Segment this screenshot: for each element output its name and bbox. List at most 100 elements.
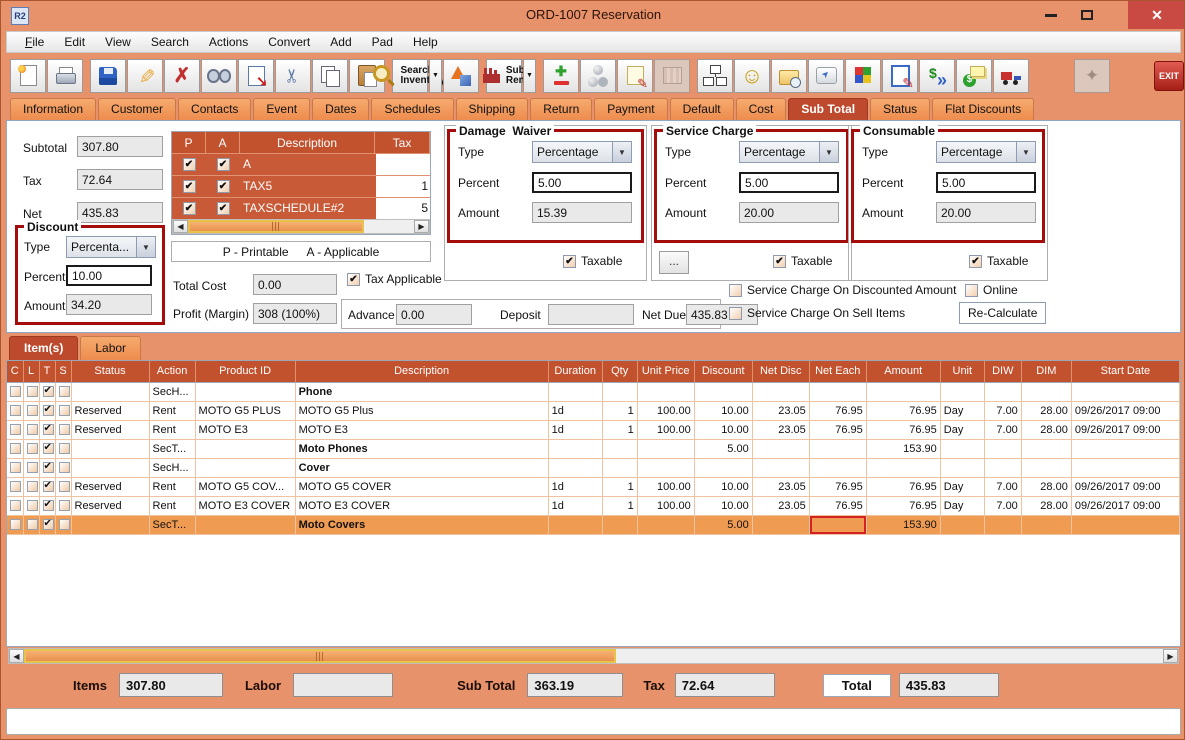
- row-checkbox-t[interactable]: [43, 519, 54, 530]
- add-remove-button[interactable]: [543, 59, 579, 93]
- tax-row[interactable]: ✔✔A: [172, 153, 430, 175]
- tax-value-cell[interactable]: 1: [375, 176, 430, 197]
- tax-description-cell[interactable]: TAX5: [240, 176, 375, 197]
- copy-button[interactable]: [312, 59, 348, 93]
- cell-amount[interactable]: [866, 458, 940, 477]
- cell-dim[interactable]: [1021, 458, 1071, 477]
- col-header-t[interactable]: T: [39, 361, 55, 382]
- print-button[interactable]: [47, 59, 83, 93]
- export-button[interactable]: [238, 59, 274, 93]
- col-header-unit[interactable]: Unit: [940, 361, 984, 382]
- write-pad-button[interactable]: [882, 59, 918, 93]
- checkbox-icon[interactable]: ✔: [773, 255, 786, 268]
- row-checkbox-t[interactable]: [43, 443, 54, 454]
- cell-net_each[interactable]: [809, 515, 866, 534]
- menu-item-convert[interactable]: Convert: [258, 33, 320, 51]
- scroll-left-icon[interactable]: ◀: [173, 220, 188, 233]
- damage-waiver-type-combo[interactable]: Percentage ▼: [532, 141, 632, 163]
- cell-description[interactable]: Moto Covers: [295, 515, 548, 534]
- tax-description-cell[interactable]: TAXSCHEDULE#2: [240, 198, 375, 219]
- row-checkbox-l[interactable]: [27, 386, 38, 397]
- cell-diw[interactable]: [984, 458, 1021, 477]
- consumable-percent-input[interactable]: 5.00: [936, 172, 1036, 193]
- tab-labor[interactable]: Labor: [80, 336, 141, 360]
- table-row[interactable]: ReservedRentMOTO E3MOTO E31d1100.0010.00…: [7, 420, 1180, 439]
- cell-status[interactable]: Reserved: [71, 496, 149, 515]
- cell-product_id[interactable]: [195, 382, 295, 401]
- row-checkbox-s[interactable]: [59, 462, 70, 473]
- cell-net_disc[interactable]: [752, 515, 809, 534]
- chevron-down-icon[interactable]: ▼: [612, 142, 631, 162]
- cell-discount[interactable]: [694, 382, 752, 401]
- cell-unit_price[interactable]: 100.00: [637, 477, 694, 496]
- cell-description[interactable]: MOTO E3 COVER: [295, 496, 548, 515]
- col-header-qty[interactable]: Qty: [602, 361, 637, 382]
- row-checkbox-s[interactable]: [59, 481, 70, 492]
- cell-product_id[interactable]: MOTO E3: [195, 420, 295, 439]
- cell-qty[interactable]: [602, 439, 637, 458]
- cell-duration[interactable]: 1d: [548, 496, 602, 515]
- cell-net_disc[interactable]: 23.05: [752, 496, 809, 515]
- cell-unit_price[interactable]: [637, 458, 694, 477]
- cell-dim[interactable]: 28.00: [1021, 420, 1071, 439]
- exit-button[interactable]: EXIT: [1151, 59, 1185, 93]
- service-charge-taxable-checkbox[interactable]: ✔ Taxable: [773, 254, 832, 268]
- cell-unit[interactable]: Day: [940, 477, 984, 496]
- find-button[interactable]: [201, 59, 237, 93]
- cell-unit[interactable]: Day: [940, 496, 984, 515]
- row-checkbox-l[interactable]: [27, 424, 38, 435]
- damage-waiver-taxable-checkbox[interactable]: ✔ Taxable: [563, 254, 622, 268]
- tab-dates[interactable]: Dates: [312, 98, 369, 120]
- menu-item-file[interactable]: File: [15, 33, 54, 51]
- cell-duration[interactable]: [548, 439, 602, 458]
- tax-row[interactable]: ✔✔TAXSCHEDULE#25: [172, 197, 430, 219]
- col-header-duration[interactable]: Duration: [548, 361, 602, 382]
- row-checkbox-l[interactable]: [27, 405, 38, 416]
- cell-unit[interactable]: [940, 439, 984, 458]
- checkbox-icon[interactable]: ✔: [969, 255, 982, 268]
- money-transfer-button[interactable]: [919, 59, 955, 93]
- recalculate-button[interactable]: Re-Calculate: [959, 302, 1046, 324]
- cell-qty[interactable]: [602, 515, 637, 534]
- cell-description[interactable]: Cover: [295, 458, 548, 477]
- table-row[interactable]: SecT...Moto Phones5.00153.90: [7, 439, 1180, 458]
- cell-net_each[interactable]: [809, 439, 866, 458]
- scroll-right-icon[interactable]: ▶: [1163, 649, 1178, 663]
- table-row[interactable]: SecH...Phone: [7, 382, 1180, 401]
- row-checkbox-l[interactable]: [27, 500, 38, 511]
- menu-item-edit[interactable]: Edit: [54, 33, 95, 51]
- tab-schedules[interactable]: Schedules: [371, 98, 453, 120]
- consumable-type-combo[interactable]: Percentage ▼: [936, 141, 1036, 163]
- scroll-right-icon[interactable]: ▶: [414, 220, 429, 233]
- row-checkbox-s[interactable]: [59, 519, 70, 530]
- checkbox-icon[interactable]: ✔: [217, 202, 230, 215]
- sub-rent-dropdown-button[interactable]: ▼: [523, 59, 536, 93]
- cell-status[interactable]: Reserved: [71, 477, 149, 496]
- cell-product_id[interactable]: MOTO G5 COV...: [195, 477, 295, 496]
- sc-discounted-checkbox[interactable]: Service Charge On Discounted Amount: [729, 283, 956, 297]
- tax-description-cell[interactable]: A: [240, 154, 375, 175]
- menu-item-help[interactable]: Help: [403, 33, 448, 51]
- cell-discount[interactable]: 10.00: [694, 401, 752, 420]
- cell-status[interactable]: Reserved: [71, 420, 149, 439]
- cell-duration[interactable]: 1d: [548, 420, 602, 439]
- cell-unit_price[interactable]: 100.00: [637, 420, 694, 439]
- search-inventory-button[interactable]: Search Inventory: [392, 59, 428, 93]
- cell-status[interactable]: [71, 382, 149, 401]
- money-notes-button[interactable]: [956, 59, 992, 93]
- chevron-down-icon[interactable]: ▼: [819, 142, 838, 162]
- cell-status[interactable]: [71, 458, 149, 477]
- table-row[interactable]: ReservedRentMOTO E3 COVERMOTO E3 COVER1d…: [7, 496, 1180, 515]
- cell-unit[interactable]: [940, 515, 984, 534]
- row-checkbox-c[interactable]: [10, 443, 21, 454]
- checkbox-icon[interactable]: ✔: [183, 158, 196, 171]
- discount-percent-input[interactable]: 10.00: [66, 265, 152, 286]
- tab-cost[interactable]: Cost: [736, 98, 787, 120]
- cell-start_date[interactable]: [1071, 515, 1179, 534]
- checkbox-icon[interactable]: ✔: [183, 202, 196, 215]
- cell-qty[interactable]: 1: [602, 420, 637, 439]
- cell-duration[interactable]: [548, 458, 602, 477]
- cell-start_date[interactable]: [1071, 458, 1179, 477]
- col-header-s[interactable]: S: [55, 361, 71, 382]
- chevron-down-icon[interactable]: ▼: [136, 237, 155, 257]
